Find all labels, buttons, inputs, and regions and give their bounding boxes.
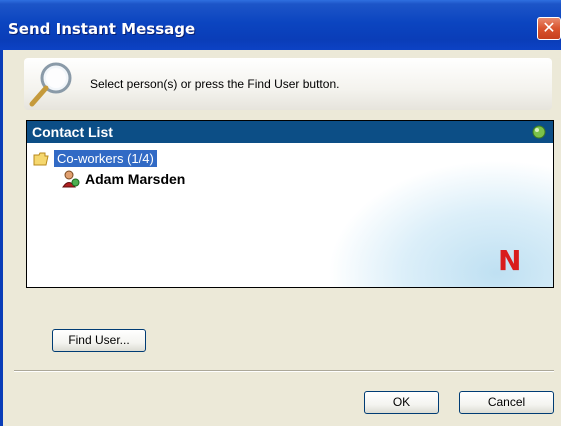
contact-tree: Co-workers (1/4) Adam Marsden N bbox=[27, 143, 553, 287]
divider bbox=[14, 370, 554, 372]
instruction-text: Select person(s) or press the Find User … bbox=[90, 77, 340, 91]
window-border bbox=[0, 50, 3, 426]
instruction-banner: Select person(s) or press the Find User … bbox=[24, 58, 552, 110]
online-user-icon bbox=[62, 170, 80, 188]
window-title: Send Instant Message bbox=[8, 20, 196, 38]
green-status-icon bbox=[532, 125, 546, 139]
novell-logo: N bbox=[498, 244, 522, 277]
contact-list[interactable]: Contact List Co-workers (1/4) Adam Marsd… bbox=[26, 120, 554, 288]
close-button[interactable]: ✕ bbox=[537, 17, 561, 40]
group-label[interactable]: Co-workers (1/4) bbox=[54, 150, 157, 167]
title-bar[interactable]: Send Instant Message ✕ bbox=[0, 0, 561, 50]
folder-icon bbox=[33, 152, 49, 166]
magnifier-icon bbox=[29, 62, 72, 107]
ok-button[interactable]: OK bbox=[364, 391, 439, 414]
cancel-button[interactable]: Cancel bbox=[459, 391, 554, 414]
find-user-button[interactable]: Find User... bbox=[52, 329, 146, 352]
contact-list-title: Contact List bbox=[32, 124, 113, 140]
contact-name: Adam Marsden bbox=[85, 171, 186, 187]
contact-list-header: Contact List bbox=[27, 121, 553, 143]
